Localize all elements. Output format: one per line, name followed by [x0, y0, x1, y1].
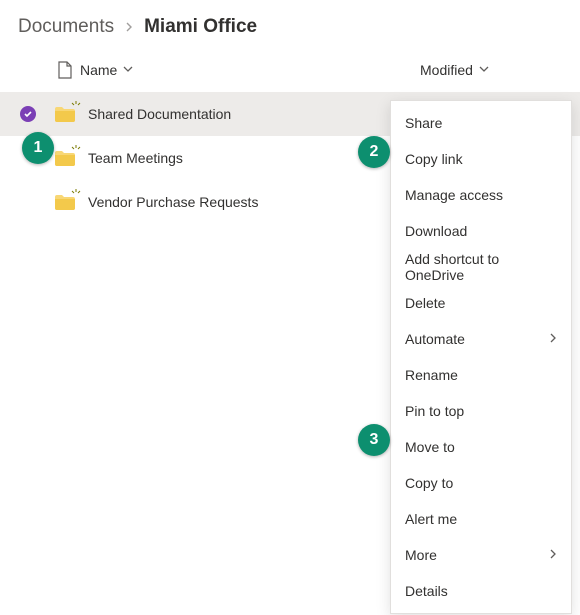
breadcrumb-current: Miami Office	[144, 16, 257, 38]
folder-name[interactable]: Team Meetings	[88, 150, 183, 166]
menu-item-alert-me[interactable]: Alert me	[391, 501, 571, 537]
menu-item-download[interactable]: Download	[391, 213, 571, 249]
chevron-right-icon	[549, 332, 557, 346]
step-badge-1: 1	[22, 132, 54, 164]
column-header-modified-label: Modified	[420, 62, 473, 78]
chevron-down-icon	[479, 64, 489, 77]
menu-item-label: Share	[405, 115, 442, 131]
menu-item-label: Alert me	[405, 511, 457, 527]
menu-item-more[interactable]: More	[391, 537, 571, 573]
chevron-right-icon	[124, 19, 134, 35]
step-badge-3: 3	[358, 424, 390, 456]
menu-item-manage-access[interactable]: Manage access	[391, 177, 571, 213]
menu-item-copy-to[interactable]: Copy to	[391, 465, 571, 501]
chevron-down-icon	[123, 64, 133, 77]
menu-item-label: More	[405, 547, 437, 563]
menu-item-label: Copy to	[405, 475, 453, 491]
menu-item-label: Delete	[405, 295, 445, 311]
breadcrumb-parent[interactable]: Documents	[18, 16, 114, 38]
breadcrumb: Documents Miami Office	[0, 0, 580, 48]
folder-name[interactable]: Shared Documentation	[88, 106, 231, 122]
folder-name[interactable]: Vendor Purchase Requests	[88, 194, 258, 210]
column-header-modified[interactable]: Modified	[420, 62, 580, 78]
menu-item-label: Rename	[405, 367, 458, 383]
column-header-name-label: Name	[80, 62, 117, 78]
menu-item-move-to[interactable]: Move to	[391, 429, 571, 465]
file-type-header-icon[interactable]	[50, 61, 80, 79]
menu-item-details[interactable]: Details	[391, 573, 571, 609]
menu-item-copy-link[interactable]: Copy link	[391, 141, 571, 177]
menu-item-automate[interactable]: Automate	[391, 321, 571, 357]
menu-item-share[interactable]: Share	[391, 105, 571, 141]
menu-item-label: Move to	[405, 439, 455, 455]
chevron-right-icon	[549, 548, 557, 562]
column-header-name[interactable]: Name	[80, 62, 420, 78]
menu-item-rename[interactable]: Rename	[391, 357, 571, 393]
menu-item-label: Details	[405, 583, 448, 599]
menu-item-delete[interactable]: Delete	[391, 285, 571, 321]
menu-item-label: Manage access	[405, 187, 503, 203]
menu-item-label: Download	[405, 223, 467, 239]
context-menu: Share Copy link Manage access Download Add s…	[390, 100, 572, 614]
check-circle-icon	[20, 106, 36, 122]
menu-item-label: Automate	[405, 331, 465, 347]
step-badge-2: 2	[358, 136, 390, 168]
menu-item-pin-to-top[interactable]: Pin to top	[391, 393, 571, 429]
row-select[interactable]	[20, 106, 50, 122]
menu-item-label: Add shortcut to OneDrive	[405, 251, 557, 283]
menu-item-label: Copy link	[405, 151, 463, 167]
menu-item-add-shortcut-to-onedrive[interactable]: Add shortcut to OneDrive	[391, 249, 571, 285]
table-header: Name Modified	[0, 48, 580, 92]
menu-item-label: Pin to top	[405, 403, 464, 419]
